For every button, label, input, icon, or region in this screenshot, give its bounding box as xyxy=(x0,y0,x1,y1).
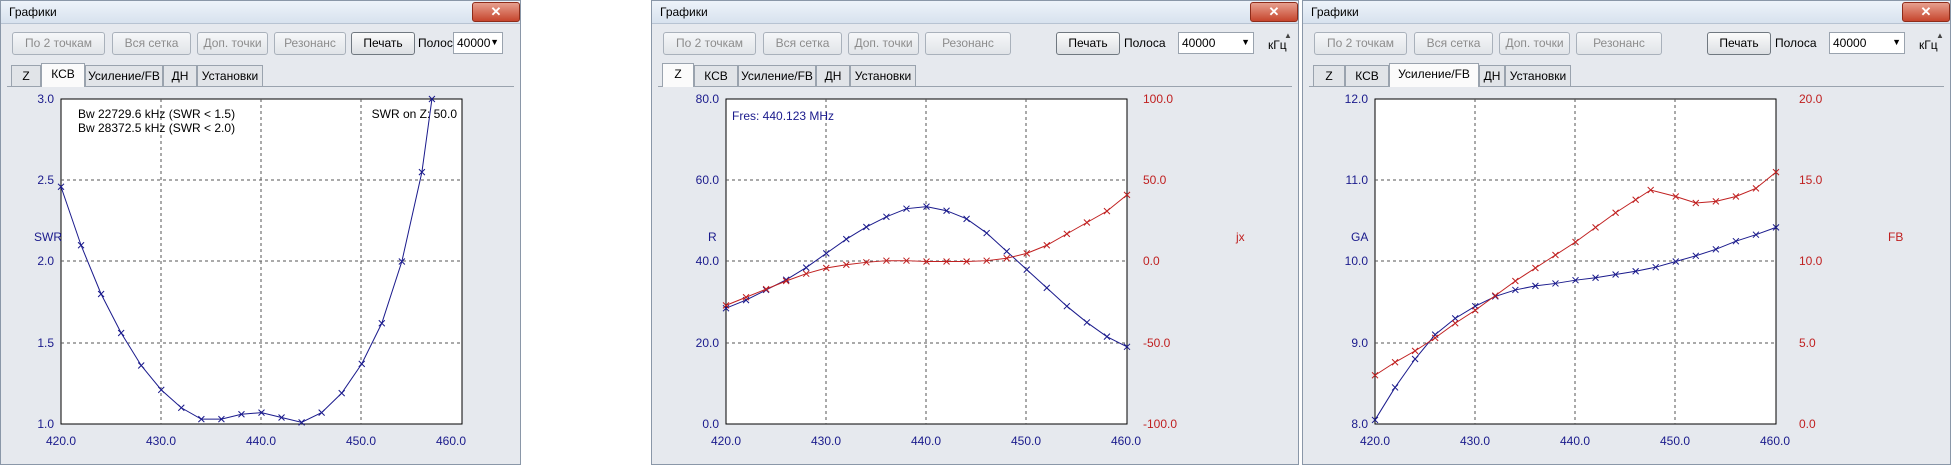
impedance-chart: 80.0 60.0 40.0 20.0 0.0 R 100.0 50.0 0.0… xyxy=(696,92,1245,448)
y2-tick-label: -100.0 xyxy=(1143,417,1177,431)
y-tick-label: 3.0 xyxy=(37,92,54,106)
y2-tick-label: 5.0 xyxy=(1799,336,1816,350)
x-tick-label: 430.0 xyxy=(811,434,841,448)
y-tick-label: 1.0 xyxy=(37,417,54,431)
scroll-up-icon[interactable]: ▲ xyxy=(1936,31,1944,40)
x-tick-label: 420.0 xyxy=(1360,434,1390,448)
y-tick-label: 10.0 xyxy=(1345,254,1369,268)
y-tick-label: 9.0 xyxy=(1351,336,1368,350)
resonance-annotation: Fres: 440.123 MHz xyxy=(732,109,834,123)
y-axis-label: R xyxy=(708,230,717,244)
x-tick-label: 440.0 xyxy=(1560,434,1590,448)
scrollbar[interactable]: ▲ xyxy=(1934,31,1948,463)
y2-tick-label: 10.0 xyxy=(1799,254,1823,268)
x-tick-label: 430.0 xyxy=(146,434,176,448)
y2-tick-label: 20.0 xyxy=(1799,92,1823,106)
x-tick-label: 450.0 xyxy=(1011,434,1041,448)
bandwidth-annotation-1: Bw 22729.6 kHz (SWR < 1.5) xyxy=(78,107,235,121)
y2-tick-label: 15.0 xyxy=(1799,173,1823,187)
x-tick-label: 440.0 xyxy=(246,434,276,448)
graphs-window-gain: Графики ✕ По 2 точкам Вся сетка Доп. точ… xyxy=(1302,0,1951,465)
y-axis-label: GA xyxy=(1351,230,1368,244)
tab-swr[interactable]: КСВ xyxy=(41,63,85,87)
x-tick-label: 420.0 xyxy=(46,434,76,448)
swr-reference-annotation: SWR on Z: 50.0 xyxy=(372,107,458,121)
y-tick-label: 8.0 xyxy=(1351,417,1368,431)
y-tick-label: 11.0 xyxy=(1346,173,1369,187)
y-tick-label: 2.0 xyxy=(37,254,54,268)
graphs-window-swr: Графики ✕ По 2 точкам Вся сетка Доп. точ… xyxy=(0,0,521,465)
x-tick-label: 450.0 xyxy=(346,434,376,448)
x-tick-label: 420.0 xyxy=(711,434,741,448)
x-tick-label: 450.0 xyxy=(1660,434,1690,448)
y2-axis-label: jx xyxy=(1235,230,1245,244)
x-tick-label: 460.0 xyxy=(1111,434,1141,448)
x-tick-label: 460.0 xyxy=(436,434,466,448)
x-tick-label: 440.0 xyxy=(911,434,941,448)
y2-tick-label: -50.0 xyxy=(1143,336,1171,350)
scroll-up-icon[interactable]: ▲ xyxy=(1284,31,1292,40)
graphs-window-impedance: Графики ✕ По 2 точкам Вся сетка Доп. точ… xyxy=(651,0,1299,465)
y2-tick-label: 50.0 xyxy=(1143,173,1167,187)
y2-tick-label: 0.0 xyxy=(1143,254,1160,268)
x-tick-label: 430.0 xyxy=(1460,434,1490,448)
y-tick-label: 80.0 xyxy=(696,92,720,106)
y2-tick-label: 0.0 xyxy=(1799,417,1816,431)
y-tick-label: 0.0 xyxy=(702,417,719,431)
y-tick-label: 2.5 xyxy=(37,173,54,187)
y2-tick-label: 100.0 xyxy=(1143,92,1173,106)
y-tick-label: 20.0 xyxy=(696,336,720,350)
scrollbar[interactable]: ▲ xyxy=(1282,31,1296,463)
x-tick-label: 460.0 xyxy=(1760,434,1790,448)
y2-axis-label: FB xyxy=(1888,230,1903,244)
bandwidth-annotation-2: Bw 28372.5 kHz (SWR < 2.0) xyxy=(78,121,235,135)
y-tick-label: 12.0 xyxy=(1345,92,1369,106)
y-tick-label: 40.0 xyxy=(696,254,720,268)
y-tick-label: 1.5 xyxy=(37,336,54,350)
y-axis-label: SWR xyxy=(34,230,62,244)
tab-z[interactable]: Z xyxy=(662,63,694,87)
y-tick-label: 60.0 xyxy=(696,173,720,187)
tab-gain-fb[interactable]: Усиление/FB xyxy=(1389,63,1479,87)
